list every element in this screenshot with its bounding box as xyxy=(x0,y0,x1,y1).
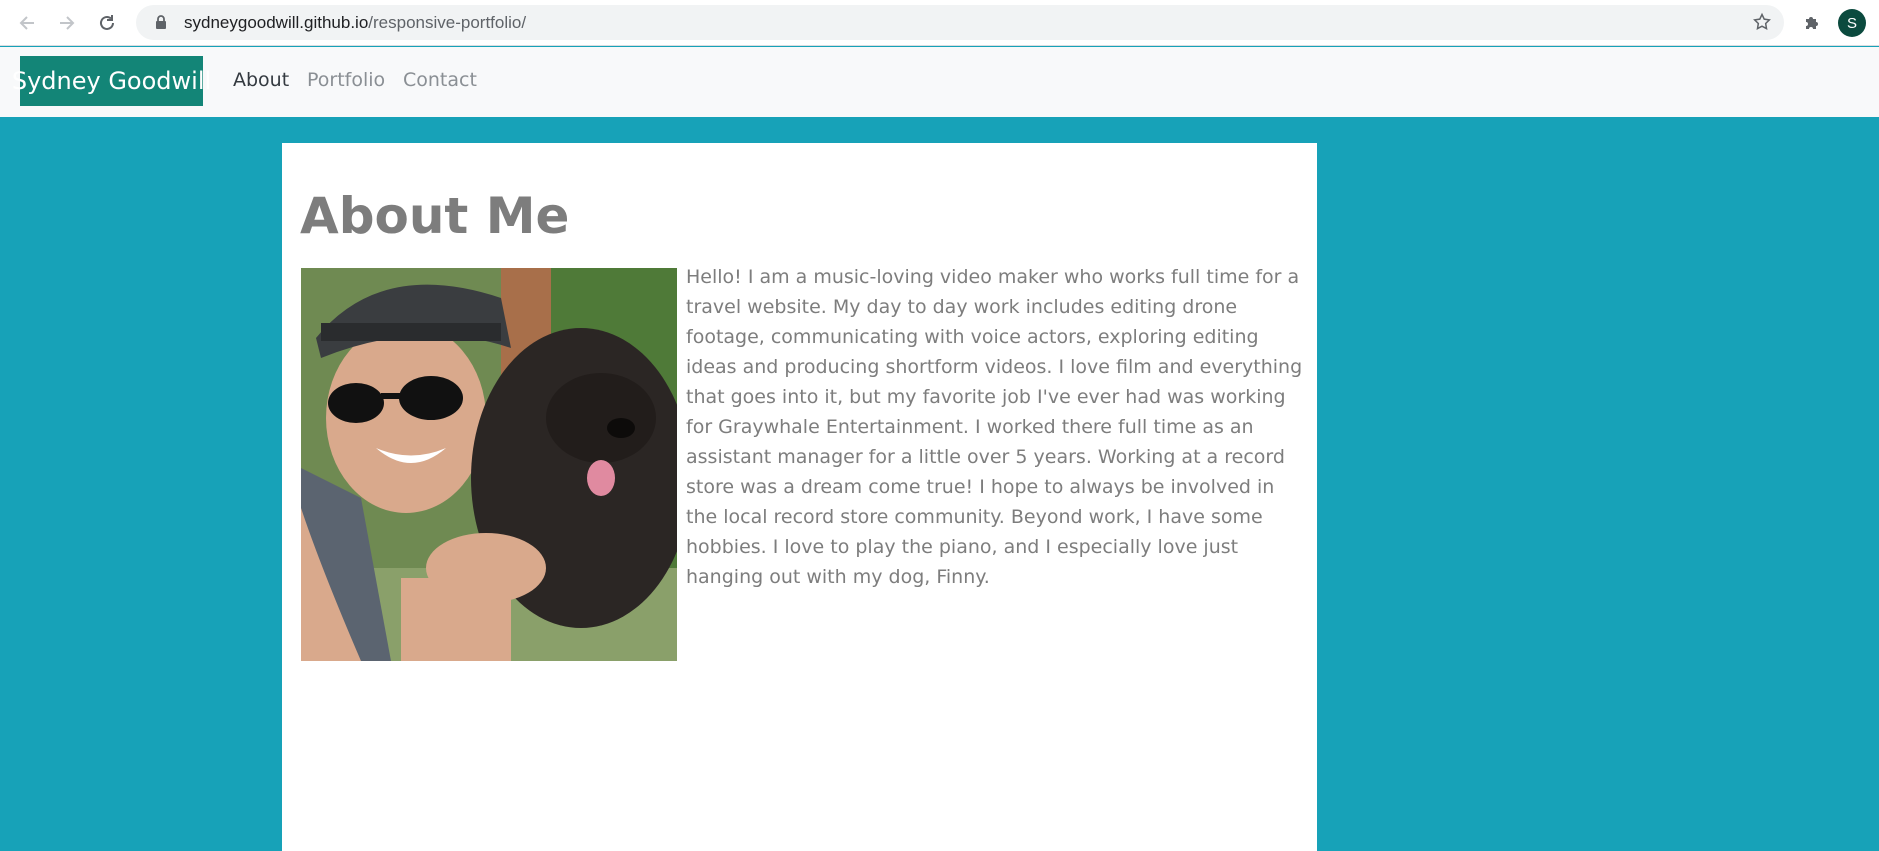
profile-photo xyxy=(301,268,677,661)
page-title: About Me xyxy=(300,187,570,245)
address-bar[interactable]: sydneygoodwill.github.io/responsive-port… xyxy=(136,5,1784,40)
lock-icon xyxy=(152,14,170,32)
url-host: sydneygoodwill.github.io xyxy=(184,12,369,32)
bio-paragraph: Hello! I am a music-loving video maker w… xyxy=(686,266,1303,588)
nav-link-portfolio[interactable]: Portfolio xyxy=(307,69,385,91)
profile-avatar[interactable]: S xyxy=(1838,9,1866,37)
reload-icon[interactable] xyxy=(94,10,120,36)
site-navbar: Sydney Goodwill About Portfolio Contact xyxy=(0,47,1879,117)
nav-link-contact[interactable]: Contact xyxy=(403,69,477,91)
about-card: About Me Hello! I am a music-loving vide… xyxy=(282,143,1317,851)
browser-toolbar: sydneygoodwill.github.io/responsive-port… xyxy=(0,0,1879,46)
brand-link[interactable]: Sydney Goodwill xyxy=(12,56,211,106)
url-path: /responsive-portfolio/ xyxy=(368,12,527,32)
back-arrow-icon[interactable] xyxy=(14,10,40,36)
extensions-puzzle-icon[interactable] xyxy=(1799,10,1825,36)
nav-link-about[interactable]: About xyxy=(233,69,289,91)
forward-arrow-icon[interactable] xyxy=(54,10,80,36)
bookmark-star-icon[interactable] xyxy=(1750,10,1774,34)
